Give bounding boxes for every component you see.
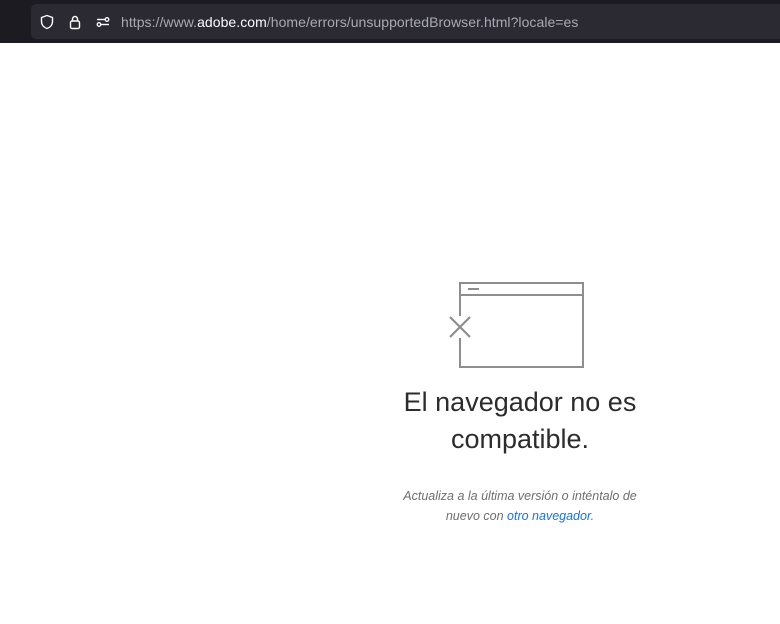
address-bar[interactable]: https://www.adobe.com/home/errors/unsupp… xyxy=(31,4,780,39)
browser-error-icon xyxy=(449,282,584,368)
url-prefix: https://www. xyxy=(121,13,198,30)
error-title: El navegador no es compatible. xyxy=(403,387,637,454)
message-end: . xyxy=(590,509,595,523)
error-message: Actualiza a la última versión o inténtal… xyxy=(390,486,650,526)
shield-icon[interactable] xyxy=(39,14,55,30)
url-host: adobe.com xyxy=(197,13,267,30)
error-container: El navegador no es compatible. Actualiza… xyxy=(380,282,660,526)
permissions-icon[interactable] xyxy=(95,14,111,30)
lock-icon[interactable] xyxy=(67,14,83,30)
browser-toolbar: https://www.adobe.com/home/errors/unsupp… xyxy=(0,0,780,43)
url-text[interactable]: https://www.adobe.com/home/errors/unsupp… xyxy=(121,14,578,30)
url-path: /home/errors/unsupportedBrowser.html?loc… xyxy=(266,13,579,30)
other-browser-link[interactable]: otro navegador xyxy=(507,509,591,523)
